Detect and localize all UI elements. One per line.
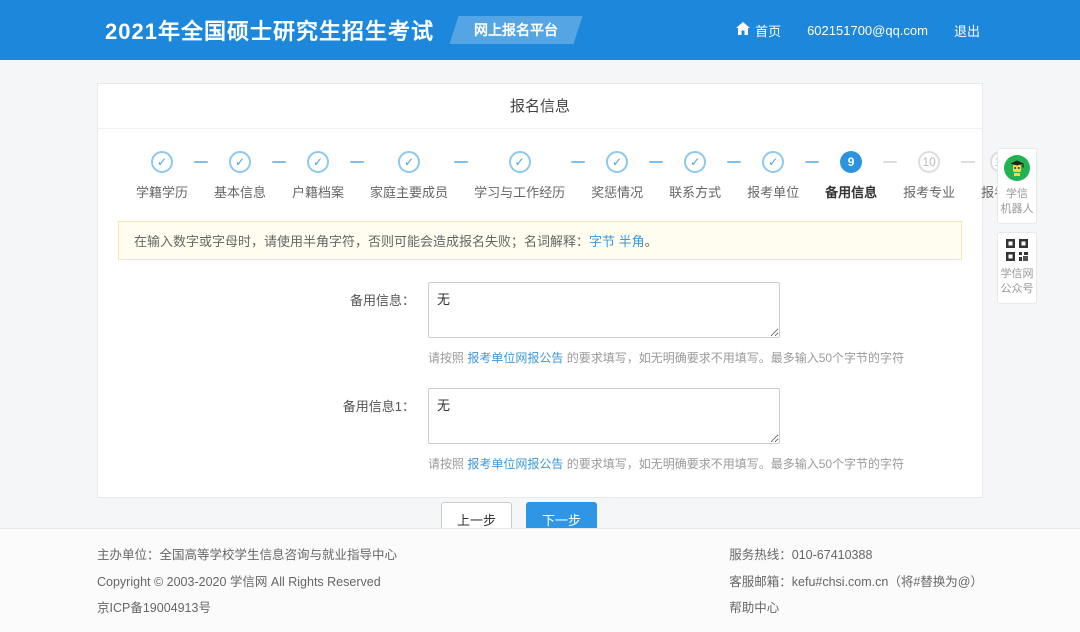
- step-item[interactable]: ✓ 户籍档案: [292, 151, 344, 201]
- footer-service-email: 客服邮箱：kefu#chsi.com.cn（将#替换为@）: [729, 569, 983, 596]
- robot-widget-label: 学信机器人: [1001, 187, 1034, 217]
- step-item[interactable]: ✓ 学习与工作经历: [474, 151, 565, 201]
- step-circle: ✓: [307, 151, 329, 173]
- step-connector: [194, 161, 208, 163]
- help-prefix: 请按照: [428, 351, 467, 365]
- home-icon: [736, 22, 750, 38]
- nav-logout[interactable]: 退出: [954, 21, 980, 40]
- step-circle: 10: [918, 151, 940, 173]
- platform-badge-label: 网上报名平台: [474, 20, 558, 40]
- step-item[interactable]: ✓ 联系方式: [669, 151, 721, 201]
- footer-copyright: Copyright © 2003-2020 学信网 All Rights Res…: [97, 569, 397, 596]
- halfwidth-notice: 在输入数字或字母时，请使用半角字符，否则可能会造成报名失败；名词解释：字节 半角…: [118, 221, 962, 260]
- step-connector: [883, 161, 897, 163]
- qr-code-icon: [1006, 239, 1028, 264]
- step-circle: ✓: [762, 151, 784, 173]
- step-item[interactable]: ✓ 奖惩情况: [591, 151, 643, 201]
- page-footer: 主办单位：全国高等学校学生信息咨询与就业指导中心 Copyright © 200…: [0, 528, 1080, 632]
- step-circle: ✓: [509, 151, 531, 173]
- step-connector: [961, 161, 975, 163]
- qrcode-widget-label: 学信网公众号: [1001, 267, 1034, 297]
- chsi-qrcode-widget[interactable]: 学信网公众号: [997, 232, 1037, 304]
- footer-right: 服务热线：010-67410388 客服邮箱：kefu#chsi.com.cn（…: [729, 542, 983, 632]
- help-suffix: 的要求填写，如无明确要求不用填写。最多输入50个字节的字符: [563, 351, 904, 365]
- footer-help-center[interactable]: 帮助中心: [729, 595, 983, 622]
- step-circle: ✓: [684, 151, 706, 173]
- nav-logout-label: 退出: [954, 21, 980, 40]
- footer-hotline: 服务热线：010-67410388: [729, 542, 983, 569]
- step-label: 报考单位: [747, 182, 799, 201]
- footer-host: 主办单位：全国高等学校学生信息咨询与就业指导中心: [97, 542, 397, 569]
- link-unit-announcement[interactable]: 报考单位网报公告: [467, 351, 563, 365]
- nav-account-email[interactable]: 602151700@qq.com: [807, 23, 928, 38]
- step-label: 备用信息: [825, 182, 877, 201]
- step-circle: ✓: [151, 151, 173, 173]
- backup-info-label: 备用信息：: [98, 282, 428, 366]
- robot-icon: [1004, 155, 1030, 184]
- platform-badge: 网上报名平台: [449, 16, 582, 44]
- step-label: 学籍学历: [136, 182, 188, 201]
- backup-info1-label: 备用信息1：: [98, 388, 428, 472]
- floating-widgets: 学信机器人 学信网公众号: [997, 148, 1037, 312]
- footer-icp: 京ICP备19004913号: [97, 595, 397, 622]
- step-connector: [350, 161, 364, 163]
- footer-left: 主办单位：全国高等学校学生信息咨询与就业指导中心 Copyright © 200…: [97, 542, 397, 632]
- step-indicator: ✓ 学籍学历 ✓ 基本信息 ✓ 户籍档案 ✓ 家庭主要成员 ✓ 学习与工作经历 ✓ 奖惩情况…: [98, 129, 982, 207]
- backup-info1-field: 无 请按照 报考单位网报公告 的要求填写，如无明确要求不用填写。最多输入50个字…: [428, 388, 904, 472]
- page-title: 2021年全国硕士研究生招生考试: [105, 14, 434, 46]
- link-byte[interactable]: 字节: [589, 234, 615, 249]
- app-header: 2021年全国硕士研究生招生考试 网上报名平台 首页 602151700@qq.…: [0, 0, 1080, 60]
- step-label: 学习与工作经历: [474, 182, 565, 201]
- step-connector: [805, 161, 819, 163]
- account-email-label: 602151700@qq.com: [807, 23, 928, 38]
- notice-text: 在输入数字或字母时，请使用半角字符，否则可能会造成报名失败；名词解释：: [134, 234, 589, 249]
- registration-card: 报名信息 ✓ 学籍学历 ✓ 基本信息 ✓ 户籍档案 ✓ 家庭主要成员 ✓ 学习与工作经历 …: [97, 83, 983, 498]
- form-row-backup-info1: 备用信息1： 无 请按照 报考单位网报公告 的要求填写，如无明确要求不用填写。最…: [98, 388, 982, 472]
- step-circle: ✓: [229, 151, 251, 173]
- backup-info-textarea[interactable]: 无: [428, 282, 780, 338]
- backup-info1-help: 请按照 报考单位网报公告 的要求填写，如无明确要求不用填写。最多输入50个字节的…: [428, 455, 904, 472]
- step-item: 10 报考专业: [903, 151, 955, 201]
- step-label: 基本信息: [214, 182, 266, 201]
- form-row-backup-info: 备用信息： 无 请按照 报考单位网报公告 的要求填写，如无明确要求不用填写。最多…: [98, 282, 982, 366]
- chsi-robot-widget[interactable]: 学信机器人: [997, 148, 1037, 224]
- step-connector: [727, 161, 741, 163]
- notice-suffix: 。: [645, 234, 658, 249]
- step-label: 报考专业: [903, 182, 955, 201]
- step-label: 奖惩情况: [591, 182, 643, 201]
- nav-home-label: 首页: [755, 21, 781, 40]
- help-suffix: 的要求填写，如无明确要求不用填写。最多输入50个字节的字符: [563, 457, 904, 471]
- step-item[interactable]: 9 备用信息: [825, 151, 877, 201]
- backup-info-help: 请按照 报考单位网报公告 的要求填写，如无明确要求不用填写。最多输入50个字节的…: [428, 349, 904, 366]
- card-title: 报名信息: [98, 84, 982, 129]
- header-nav: 首页 602151700@qq.com 退出: [736, 21, 980, 40]
- step-circle: ✓: [398, 151, 420, 173]
- backup-info-field: 无 请按照 报考单位网报公告 的要求填写，如无明确要求不用填写。最多输入50个字…: [428, 282, 904, 366]
- step-connector: [649, 161, 663, 163]
- step-label: 联系方式: [669, 182, 721, 201]
- step-label: 户籍档案: [292, 182, 344, 201]
- backup-info1-textarea[interactable]: 无: [428, 388, 780, 444]
- backup-info-form: 备用信息： 无 请按照 报考单位网报公告 的要求填写，如无明确要求不用填写。最多…: [98, 282, 982, 537]
- nav-home[interactable]: 首页: [736, 21, 781, 40]
- step-item[interactable]: ✓ 学籍学历: [136, 151, 188, 201]
- step-item[interactable]: ✓ 报考单位: [747, 151, 799, 201]
- link-unit-announcement[interactable]: 报考单位网报公告: [467, 457, 563, 471]
- step-circle: ✓: [606, 151, 628, 173]
- step-connector: [571, 161, 585, 163]
- step-connector: [454, 161, 468, 163]
- step-item[interactable]: ✓ 家庭主要成员: [370, 151, 448, 201]
- step-circle: 9: [840, 151, 862, 173]
- help-prefix: 请按照: [428, 457, 467, 471]
- step-item[interactable]: ✓ 基本信息: [214, 151, 266, 201]
- link-halfwidth[interactable]: 半角: [619, 234, 645, 249]
- step-connector: [272, 161, 286, 163]
- step-label: 家庭主要成员: [370, 182, 448, 201]
